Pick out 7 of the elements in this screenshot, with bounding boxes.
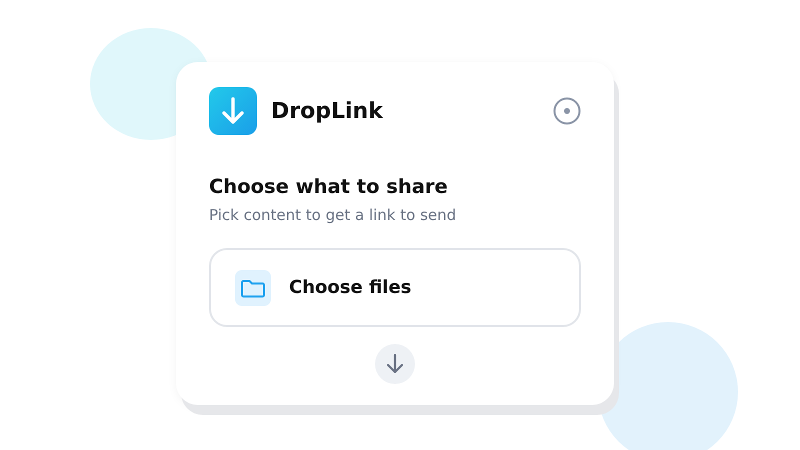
scroll-down-icon[interactable]: [375, 344, 415, 384]
app-name: DropLink: [271, 98, 383, 124]
heading: Choose what to share: [209, 175, 449, 198]
folder-icon: [235, 270, 271, 306]
subtitle: Pick content to get a link to send: [209, 206, 458, 224]
choose-files-button[interactable]: Choose files: [209, 248, 581, 327]
target-icon[interactable]: [553, 97, 581, 125]
